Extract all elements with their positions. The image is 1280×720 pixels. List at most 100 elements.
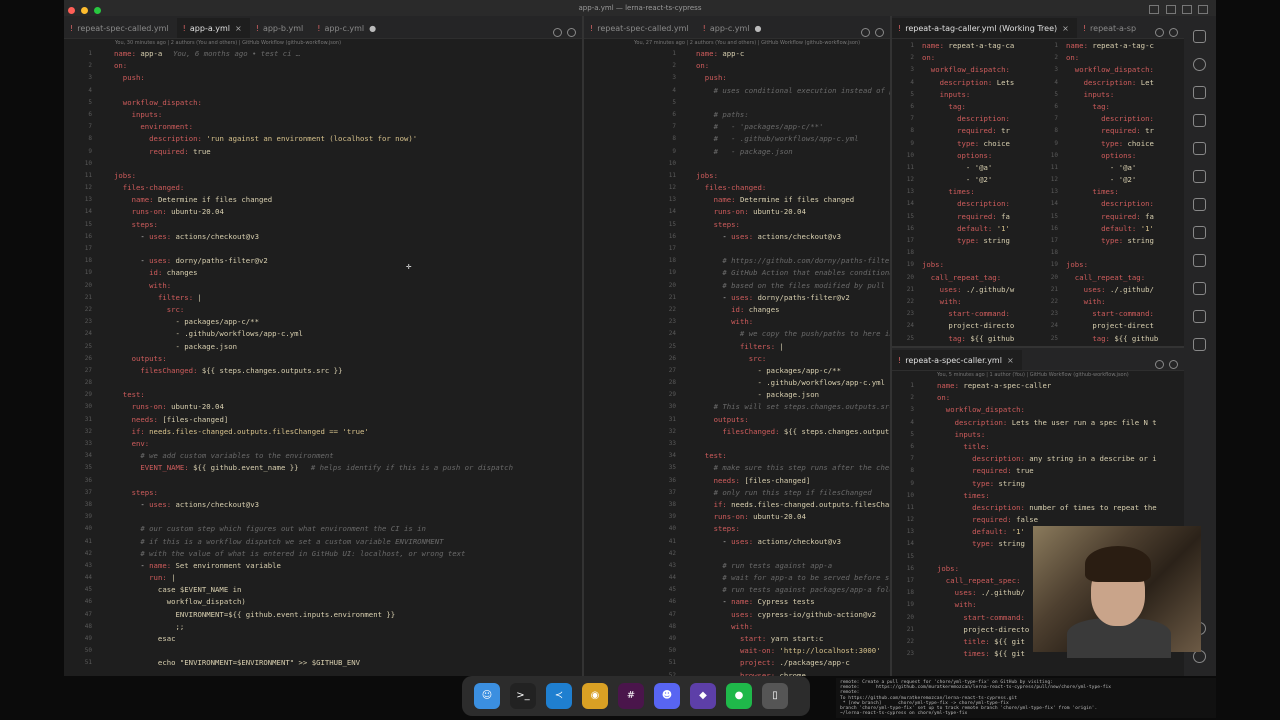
- code-line[interactable]: 34 # we add custom variables to the envi…: [64, 450, 582, 462]
- code-line[interactable]: 25 tag: ${{ github: [892, 333, 1036, 345]
- code-line[interactable]: 3 workflow_dispatch:: [892, 404, 1184, 416]
- code-line[interactable]: 8 required: tr: [1038, 125, 1184, 137]
- code-line[interactable]: 37 steps:: [64, 487, 582, 499]
- code-line[interactable]: 7 environment:: [64, 121, 582, 133]
- code-line[interactable]: 44 run: |: [64, 572, 582, 584]
- code-line[interactable]: 16 - uses: actions/checkout@v3: [584, 231, 890, 243]
- code-line[interactable]: 36: [64, 475, 582, 487]
- code-line[interactable]: 23 start-command:: [892, 308, 1036, 320]
- github-actions-icon[interactable]: [1193, 254, 1206, 267]
- code-line[interactable]: 12 files-changed:: [584, 182, 890, 194]
- remote-explorer-icon[interactable]: [1193, 170, 1206, 183]
- code-line[interactable]: 16 default: '1': [1038, 223, 1184, 235]
- code-line[interactable]: 15 steps:: [584, 219, 890, 231]
- tab-app-c-yml[interactable]: ! app-c.yml ●: [311, 18, 384, 38]
- tab-repeat-a-spec-caller-yml[interactable]: ! repeat-a-spec-caller.yml ×: [892, 350, 1022, 370]
- code-line[interactable]: 22 with:: [892, 296, 1036, 308]
- terminal-icon[interactable]: >_: [510, 683, 536, 709]
- code-line[interactable]: 27 filesChanged: ${{ steps.changes.outpu…: [64, 365, 582, 377]
- code-line[interactable]: 35 # make sure this step runs after the …: [584, 462, 890, 474]
- code-line[interactable]: 28: [64, 377, 582, 389]
- code-line[interactable]: 42 # with the value of what is entered i…: [64, 548, 582, 560]
- code-line[interactable]: 24 project-direct: [1038, 320, 1184, 332]
- code-line[interactable]: 49 esac: [64, 633, 582, 645]
- code-line[interactable]: 27 - packages/app-c/**: [584, 365, 890, 377]
- code-line[interactable]: 6 tag:: [892, 101, 1036, 113]
- more-actions-icon[interactable]: [567, 28, 576, 37]
- trash-icon[interactable]: ▯: [762, 683, 788, 709]
- code-line[interactable]: 13 times:: [1038, 186, 1184, 198]
- code-line[interactable]: 15 required: fa: [892, 211, 1036, 223]
- code-line[interactable]: 2 on:: [892, 392, 1184, 404]
- code-line[interactable]: 50 wait-on: 'http://localhost:3000': [584, 645, 890, 657]
- code-line[interactable]: 24 # we copy the push/paths to here inst…: [584, 328, 890, 340]
- code-line[interactable]: 2 on:: [1038, 52, 1184, 64]
- code-line[interactable]: 7 # - 'packages/app-c/**': [584, 121, 890, 133]
- source-control-icon[interactable]: [1193, 86, 1206, 99]
- tab-app-c-yml[interactable]: ! app-c.yml ●: [697, 18, 770, 38]
- code-line[interactable]: 6 # paths:: [584, 109, 890, 121]
- extensions-icon[interactable]: [1193, 142, 1206, 155]
- code-line[interactable]: 19 jobs:: [1038, 259, 1184, 271]
- code-line[interactable]: 25 filters: |: [584, 341, 890, 353]
- minimize-window-icon[interactable]: [81, 7, 89, 14]
- code-line[interactable]: 11 description: number of times to repea…: [892, 502, 1184, 514]
- code-line[interactable]: 23 - packages/app-c/**: [64, 316, 582, 328]
- code-line[interactable]: 13 name: Determine if files changed: [64, 194, 582, 206]
- terminal-window[interactable]: remote: Create a pull request for 'chore…: [836, 678, 1216, 718]
- code-line[interactable]: 9 type: string: [892, 478, 1184, 490]
- code-line[interactable]: 1 name: repeat-a-spec-caller: [892, 380, 1184, 392]
- code-line[interactable]: 5 inputs:: [892, 429, 1184, 441]
- slack-icon[interactable]: #: [618, 683, 644, 709]
- code-line[interactable]: 1 name: app-a You, 6 months ago • test ci …: [64, 48, 582, 60]
- code-line[interactable]: 11 jobs:: [64, 170, 582, 182]
- code-line[interactable]: 17 type: string: [1038, 235, 1184, 247]
- code-line[interactable]: 26 src:: [584, 353, 890, 365]
- code-line[interactable]: 18 # https://github.com/dorny/paths-filt…: [584, 255, 890, 267]
- code-line[interactable]: 48 with:: [584, 621, 890, 633]
- code-line[interactable]: 3 push:: [64, 72, 582, 84]
- code-line[interactable]: 32 if: needs.files-changed.outputs.files…: [64, 426, 582, 438]
- code-line[interactable]: 4: [64, 85, 582, 97]
- code-line[interactable]: 43 # run tests against app-a: [584, 560, 890, 572]
- code-line[interactable]: 10: [584, 158, 890, 170]
- close-tab-icon[interactable]: ×: [1062, 24, 1069, 33]
- close-tab-icon[interactable]: ×: [1007, 356, 1014, 365]
- code-line[interactable]: 50: [64, 645, 582, 657]
- code-line[interactable]: 47 ENVIRONMENT=${{ github.event.inputs.e…: [64, 609, 582, 621]
- code-line[interactable]: 10 options:: [892, 150, 1036, 162]
- code-line[interactable]: 29 - package.json: [584, 389, 890, 401]
- code-line[interactable]: 20 with:: [64, 280, 582, 292]
- code-line[interactable]: 4 description: Lets the user run a spec …: [892, 417, 1184, 429]
- code-line[interactable]: 2 on:: [584, 60, 890, 72]
- code-line[interactable]: 2 on:: [64, 60, 582, 72]
- code-line[interactable]: 14 description:: [1038, 198, 1184, 210]
- code-line[interactable]: 10 times:: [892, 490, 1184, 502]
- code-line[interactable]: 17: [584, 243, 890, 255]
- code-line[interactable]: 32 filesChanged: ${{ steps.changes.outpu…: [584, 426, 890, 438]
- code-line[interactable]: 17: [64, 243, 582, 255]
- code-line[interactable]: 21 - uses: dorny/paths-filter@v2: [584, 292, 890, 304]
- code-line[interactable]: 21 uses: ./.github/w: [892, 284, 1036, 296]
- split-editor-icon[interactable]: [861, 28, 870, 37]
- explorer-icon[interactable]: [1193, 30, 1206, 43]
- code-line[interactable]: 8 # - .github/workflows/app-c.yml: [584, 133, 890, 145]
- chrome-icon[interactable]: ◉: [582, 683, 608, 709]
- code-line[interactable]: 47 uses: cypress-io/github-action@v2: [584, 609, 890, 621]
- code-line[interactable]: 9 # - package.json: [584, 146, 890, 158]
- toggle-panel-icon[interactable]: [1165, 5, 1176, 14]
- more-actions-icon[interactable]: [875, 28, 884, 37]
- split-editor-icon[interactable]: [553, 28, 562, 37]
- code-line[interactable]: 18: [892, 247, 1036, 259]
- code-line[interactable]: 5 inputs:: [892, 89, 1036, 101]
- code-line[interactable]: 19 # GitHub Action that enables conditio…: [584, 267, 890, 279]
- code-line[interactable]: 7 description: any string in a describe …: [892, 453, 1184, 465]
- diff-left-code[interactable]: 1 name: repeat-a-tag-ca 2 on: 3 workflow_dis…: [892, 40, 1036, 346]
- code-line[interactable]: 21 uses: ./.github/: [1038, 284, 1184, 296]
- obsidian-icon[interactable]: ◆: [690, 683, 716, 709]
- more-actions-icon[interactable]: [1169, 360, 1178, 369]
- code-line[interactable]: 25 tag: ${{ github: [1038, 333, 1184, 345]
- code-line[interactable]: 15 steps:: [64, 219, 582, 231]
- code-line[interactable]: 6 tag:: [1038, 101, 1184, 113]
- code-line[interactable]: 18 - uses: dorny/paths-filter@v2: [64, 255, 582, 267]
